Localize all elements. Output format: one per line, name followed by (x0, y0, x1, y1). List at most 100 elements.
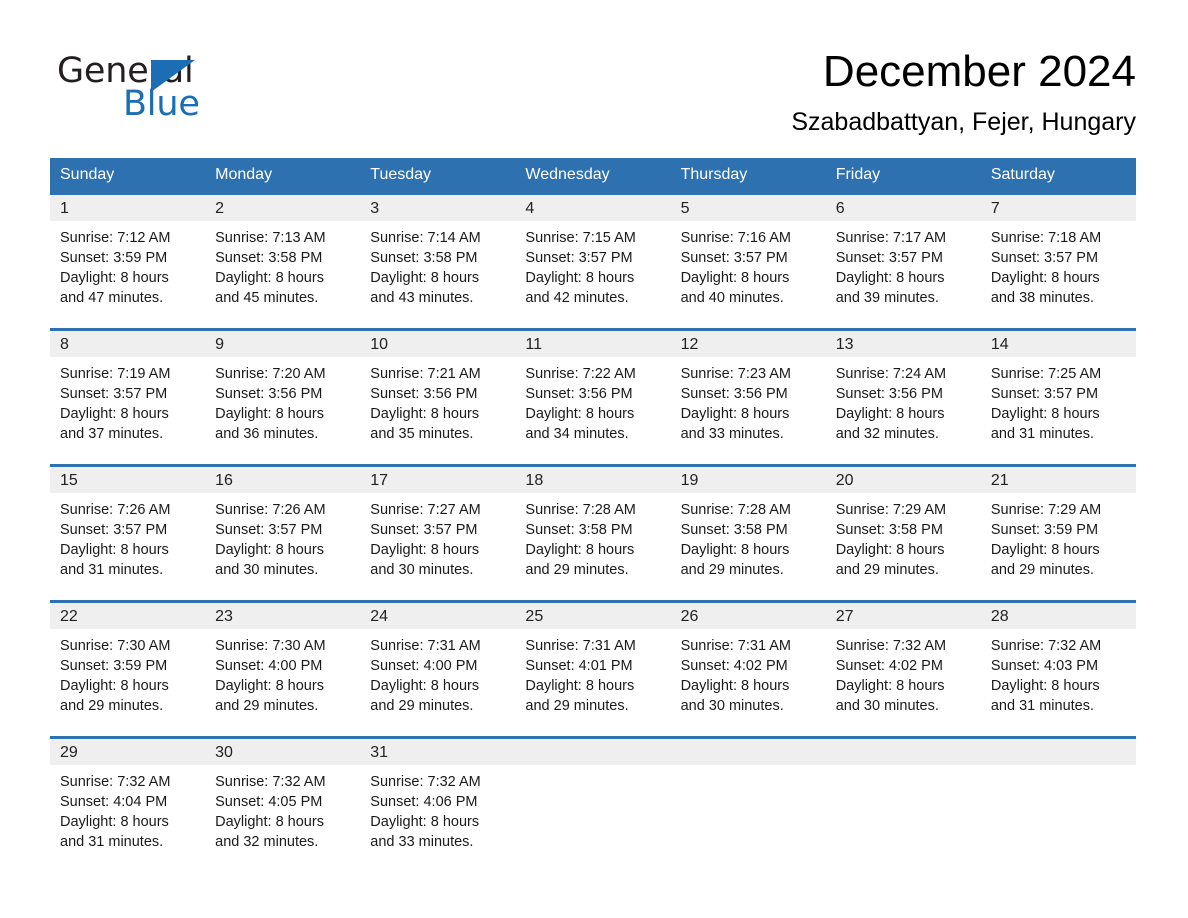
day-cell[interactable]: 20 Sunrise: 7:29 AM Sunset: 3:58 PM Dayl… (825, 467, 981, 587)
day-details: Sunrise: 7:25 AM Sunset: 3:57 PM Dayligh… (981, 357, 1136, 444)
sunset-text: Sunset: 3:58 PM (835, 522, 943, 538)
daylight-text-line2: and 32 minutes. (215, 834, 319, 850)
day-cell[interactable]: 13 Sunrise: 7:24 AM Sunset: 3:56 PM Dayl… (825, 331, 981, 451)
day-cell[interactable]: 27 Sunrise: 7:32 AM Sunset: 4:02 PM Dayl… (825, 603, 981, 723)
day-details: Sunrise: 7:31 AM Sunset: 4:01 PM Dayligh… (515, 629, 670, 716)
day-details: Sunrise: 7:19 AM Sunset: 3:57 PM Dayligh… (50, 357, 205, 444)
sunset-text: Sunset: 4:00 PM (370, 658, 478, 674)
sunset-text: Sunset: 4:05 PM (215, 794, 323, 810)
location-subtitle: Szabadbattyan, Fejer, Hungary (791, 108, 1136, 136)
day-number: 18 (515, 467, 671, 493)
day-cell[interactable]: 9 Sunrise: 7:20 AM Sunset: 3:56 PM Dayli… (205, 331, 361, 451)
generalblue-logo[interactable]: General Blue (57, 52, 317, 124)
sunset-text: Sunset: 3:59 PM (60, 658, 168, 674)
day-cell[interactable]: 11 Sunrise: 7:22 AM Sunset: 3:56 PM Dayl… (515, 331, 671, 451)
day-cell[interactable]: 17 Sunrise: 7:27 AM Sunset: 3:57 PM Dayl… (360, 467, 516, 587)
daylight-text-line2: and 31 minutes. (60, 562, 164, 578)
day-cell[interactable]: 19 Sunrise: 7:28 AM Sunset: 3:58 PM Dayl… (670, 467, 826, 587)
day-cell[interactable]: 25 Sunrise: 7:31 AM Sunset: 4:01 PM Dayl… (515, 603, 671, 723)
sunset-text: Sunset: 4:00 PM (215, 658, 323, 674)
day-cell[interactable]: 24 Sunrise: 7:31 AM Sunset: 4:00 PM Dayl… (360, 603, 516, 723)
sunset-text: Sunset: 3:56 PM (680, 386, 788, 402)
day-cell[interactable]: 2 Sunrise: 7:13 AM Sunset: 3:58 PM Dayli… (205, 195, 361, 315)
day-cell[interactable]: 22 Sunrise: 7:30 AM Sunset: 3:59 PM Dayl… (50, 603, 206, 723)
day-cell[interactable]: 26 Sunrise: 7:31 AM Sunset: 4:02 PM Dayl… (670, 603, 826, 723)
daylight-text-line1: Daylight: 8 hours (215, 542, 324, 558)
day-cell[interactable]: 30 Sunrise: 7:32 AM Sunset: 4:05 PM Dayl… (205, 739, 361, 859)
week-row: 8 Sunrise: 7:19 AM Sunset: 3:57 PM Dayli… (50, 328, 1136, 451)
day-cell[interactable]: 5 Sunrise: 7:16 AM Sunset: 3:57 PM Dayli… (670, 195, 826, 315)
sunrise-text: Sunrise: 7:32 AM (990, 638, 1102, 654)
sunrise-text: Sunrise: 7:30 AM (215, 638, 326, 654)
day-cell[interactable]: 18 Sunrise: 7:28 AM Sunset: 3:58 PM Dayl… (515, 467, 671, 587)
sunset-text: Sunset: 3:56 PM (525, 386, 633, 402)
day-number: 2 (205, 195, 361, 221)
day-details: Sunrise: 7:26 AM Sunset: 3:57 PM Dayligh… (50, 493, 205, 580)
day-details: Sunrise: 7:18 AM Sunset: 3:57 PM Dayligh… (981, 221, 1136, 308)
day-cell[interactable]: 28 Sunrise: 7:32 AM Sunset: 4:03 PM Dayl… (980, 603, 1136, 723)
day-number: 25 (515, 603, 671, 629)
day-number: 1 (50, 195, 206, 221)
daylight-text-line1: Daylight: 8 hours (60, 406, 169, 422)
daylight-text-line2: and 47 minutes. (60, 290, 164, 306)
daylight-text-line2: and 29 minutes. (60, 698, 164, 714)
day-cell[interactable]: 6 Sunrise: 7:17 AM Sunset: 3:57 PM Dayli… (825, 195, 981, 315)
sunrise-text: Sunrise: 7:28 AM (680, 502, 791, 518)
day-details: Sunrise: 7:28 AM Sunset: 3:58 PM Dayligh… (515, 493, 670, 580)
day-details: Sunrise: 7:32 AM Sunset: 4:02 PM Dayligh… (826, 629, 981, 716)
title-block: December 2024 Szabadbattyan, Fejer, Hung… (376, 46, 1136, 138)
sunrise-text: Sunrise: 7:16 AM (680, 230, 791, 246)
sunset-text: Sunset: 3:57 PM (370, 522, 478, 538)
day-cell[interactable]: 15 Sunrise: 7:26 AM Sunset: 3:57 PM Dayl… (50, 467, 206, 587)
sunrise-text: Sunrise: 7:29 AM (835, 502, 947, 518)
daylight-text-line2: and 30 minutes. (215, 562, 319, 578)
day-cell[interactable]: 12 Sunrise: 7:23 AM Sunset: 3:56 PM Dayl… (670, 331, 826, 451)
sunrise-text: Sunrise: 7:15 AM (525, 230, 636, 246)
daylight-text-line2: and 45 minutes. (215, 290, 319, 306)
day-cell[interactable]: 10 Sunrise: 7:21 AM Sunset: 3:56 PM Dayl… (360, 331, 516, 451)
day-cell[interactable]: 31 Sunrise: 7:32 AM Sunset: 4:06 PM Dayl… (360, 739, 516, 859)
daylight-text-line1: Daylight: 8 hours (680, 542, 790, 558)
sunrise-text: Sunrise: 7:31 AM (680, 638, 791, 654)
daylight-text-line1: Daylight: 8 hours (370, 406, 480, 422)
day-number: 16 (205, 467, 361, 493)
daylight-text-line1: Daylight: 8 hours (525, 270, 635, 286)
weekday-header-tuesday: Tuesday (370, 166, 432, 183)
day-cell[interactable]: 7 Sunrise: 7:18 AM Sunset: 3:57 PM Dayli… (980, 195, 1136, 315)
day-cell[interactable]: 1 Sunrise: 7:12 AM Sunset: 3:59 PM Dayli… (50, 195, 206, 315)
daylight-text-line1: Daylight: 8 hours (215, 814, 324, 830)
day-cell[interactable]: 8 Sunrise: 7:19 AM Sunset: 3:57 PM Dayli… (50, 331, 206, 451)
sunset-text: Sunset: 3:58 PM (680, 522, 788, 538)
day-number: 19 (670, 467, 826, 493)
daylight-text-line2: and 29 minutes. (525, 698, 629, 714)
day-number (825, 739, 981, 765)
daylight-text-line2: and 34 minutes. (525, 426, 629, 442)
day-number: 9 (205, 331, 361, 357)
day-cell[interactable]: 4 Sunrise: 7:15 AM Sunset: 3:57 PM Dayli… (515, 195, 671, 315)
day-details: Sunrise: 7:13 AM Sunset: 3:58 PM Dayligh… (205, 221, 360, 308)
sunrise-text: Sunrise: 7:31 AM (525, 638, 636, 654)
daylight-text-line2: and 38 minutes. (990, 290, 1095, 306)
daylight-text-line1: Daylight: 8 hours (525, 678, 635, 694)
sunrise-text: Sunrise: 7:25 AM (990, 366, 1102, 382)
daylight-text-line2: and 29 minutes. (680, 562, 784, 578)
day-details: Sunrise: 7:21 AM Sunset: 3:56 PM Dayligh… (360, 357, 515, 444)
sunset-text: Sunset: 3:57 PM (835, 250, 943, 266)
day-cell[interactable]: 14 Sunrise: 7:25 AM Sunset: 3:57 PM Dayl… (980, 331, 1136, 451)
sunrise-text: Sunrise: 7:17 AM (835, 230, 947, 246)
daylight-text-line2: and 33 minutes. (370, 834, 474, 850)
day-cell[interactable]: 3 Sunrise: 7:14 AM Sunset: 3:58 PM Dayli… (360, 195, 516, 315)
sunrise-text: Sunrise: 7:26 AM (215, 502, 326, 518)
daylight-text-line1: Daylight: 8 hours (990, 678, 1100, 694)
daylight-text-line2: and 31 minutes. (990, 698, 1095, 714)
day-cell[interactable]: 23 Sunrise: 7:30 AM Sunset: 4:00 PM Dayl… (205, 603, 361, 723)
day-details: Sunrise: 7:15 AM Sunset: 3:57 PM Dayligh… (515, 221, 670, 308)
day-cell[interactable]: 29 Sunrise: 7:32 AM Sunset: 4:04 PM Dayl… (50, 739, 206, 859)
daylight-text-line1: Daylight: 8 hours (680, 270, 790, 286)
day-cell[interactable]: 21 Sunrise: 7:29 AM Sunset: 3:59 PM Dayl… (980, 467, 1136, 587)
daylight-text-line1: Daylight: 8 hours (215, 406, 324, 422)
sunrise-text: Sunrise: 7:18 AM (990, 230, 1102, 246)
day-number: 10 (360, 331, 516, 357)
daylight-text-line1: Daylight: 8 hours (60, 814, 169, 830)
day-cell[interactable]: 16 Sunrise: 7:26 AM Sunset: 3:57 PM Dayl… (205, 467, 361, 587)
